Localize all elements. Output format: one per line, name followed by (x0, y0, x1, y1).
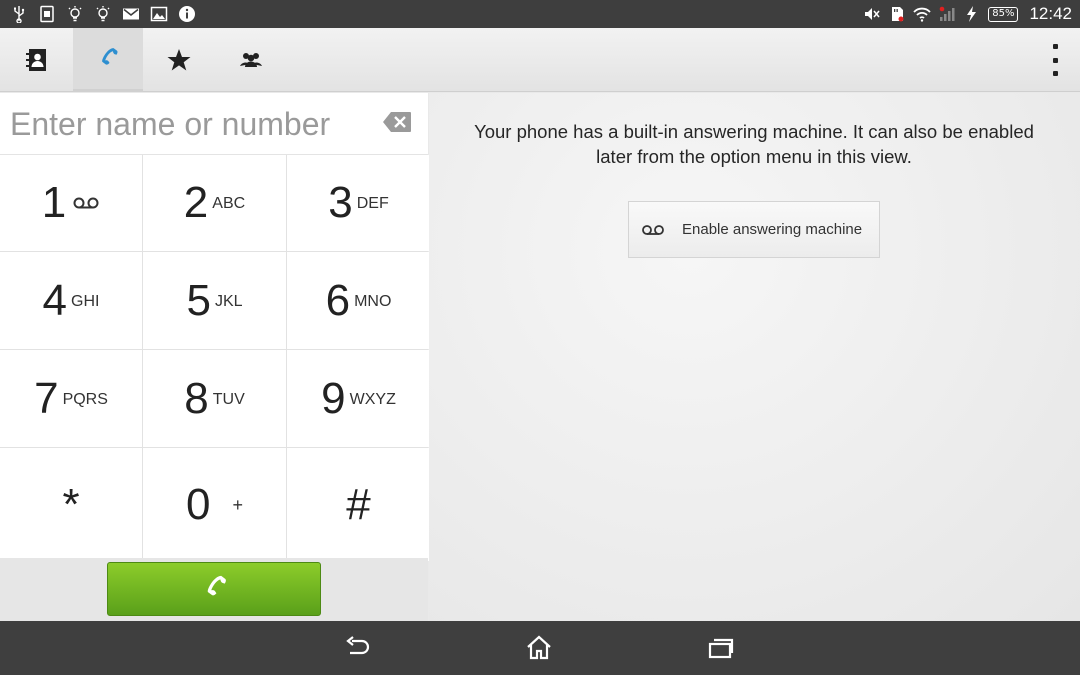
number-input-row (0, 93, 428, 155)
key-3[interactable]: 3 DEF (287, 155, 430, 251)
battery-indicator: 85% (988, 6, 1019, 22)
tab-phone[interactable] (73, 28, 143, 92)
key-letters: + (232, 495, 243, 515)
key-digit: 0 (186, 479, 211, 529)
key-digit: 7 (34, 373, 59, 423)
contacts-icon (26, 49, 46, 71)
home-icon (527, 635, 551, 660)
key-digit: 1 (41, 178, 67, 227)
key-letters: ABC (212, 195, 246, 212)
enable-answering-machine-button[interactable]: Enable answering machine (628, 201, 880, 258)
enable-answering-machine-label: Enable answering machine (682, 221, 863, 238)
call-button[interactable] (107, 562, 321, 616)
key-2[interactable]: 2 ABC (143, 155, 286, 251)
mute-icon (863, 5, 881, 23)
navigation-bar (0, 621, 1080, 675)
key-4[interactable]: 4 GHI (0, 252, 142, 349)
key-letters: GHI (71, 292, 100, 310)
key-6[interactable]: 6 MNO (287, 252, 430, 349)
bulb-icon (66, 5, 84, 23)
key-letters: TUV (212, 390, 245, 408)
star-icon (167, 49, 191, 71)
key-9[interactable]: 9 WXYZ (287, 350, 430, 447)
key-digit: # (346, 479, 371, 529)
action-bar (0, 28, 1080, 92)
sd-icon (888, 5, 906, 23)
gmail-icon (122, 5, 140, 23)
back-icon (346, 636, 370, 655)
key-0[interactable]: 0 + (143, 448, 286, 561)
signal-icon (938, 5, 956, 23)
status-bar: 85% 12:42 (0, 0, 1080, 28)
back-button[interactable] (340, 633, 376, 663)
key-digit: 5 (186, 275, 211, 325)
key-star[interactable]: * (0, 448, 142, 561)
sim-icon (38, 5, 56, 23)
key-digit: 9 (321, 373, 346, 423)
wifi-icon (913, 5, 931, 23)
key-letters: JKL (214, 292, 243, 310)
charging-icon (963, 5, 981, 23)
image-icon (150, 5, 168, 23)
key-digit: 8 (184, 373, 209, 423)
key-digit: 3 (328, 178, 353, 227)
recents-icon (708, 638, 734, 659)
key-1[interactable]: 1 (0, 155, 142, 251)
phone-icon (207, 575, 226, 596)
usb-icon (10, 5, 28, 23)
tab-contacts[interactable] (2, 28, 72, 92)
voicemail-icon (642, 224, 664, 235)
groups-icon (240, 53, 262, 67)
status-clock: 12:42 (1029, 4, 1072, 23)
key-digit: 6 (325, 275, 351, 325)
recents-button[interactable] (703, 633, 739, 663)
home-button[interactable] (521, 633, 557, 663)
key-letters: PQRS (62, 390, 108, 408)
key-letters: MNO (354, 292, 392, 310)
phone-icon (102, 47, 118, 65)
key-digit: * (62, 479, 80, 529)
key-digit: 2 (183, 178, 209, 227)
dialer-panel: 1 2 ABC 3 DEF 4 GHI 5 JKL 6 MNO 7 PQRS 8 (0, 93, 430, 621)
keypad: 1 2 ABC 3 DEF 4 GHI 5 JKL 6 MNO 7 PQRS 8 (0, 155, 430, 561)
key-8[interactable]: 8 TUV (143, 350, 286, 447)
key-digit: 4 (42, 275, 68, 325)
answering-machine-panel: Your phone has a built-in answering mach… (429, 93, 1080, 621)
key-hash[interactable]: # (287, 448, 430, 561)
key-letters: DEF (356, 195, 389, 212)
answering-machine-message: Your phone has a built-in answering mach… (474, 121, 1034, 167)
backspace-icon[interactable] (382, 111, 412, 133)
call-area (0, 558, 428, 621)
tab-favorites[interactable] (144, 28, 214, 92)
number-input[interactable] (10, 103, 360, 145)
key-5[interactable]: 5 JKL (143, 252, 286, 349)
voicemail-icon (73, 197, 99, 209)
overflow-menu-icon[interactable] (1050, 44, 1060, 76)
info-icon (178, 5, 196, 23)
key-7[interactable]: 7 PQRS (0, 350, 142, 447)
status-notifications (10, 3, 196, 25)
tab-groups[interactable] (216, 28, 286, 92)
bulb-icon (94, 5, 112, 23)
status-system: 85% 12:42 (863, 3, 1072, 25)
key-letters: WXYZ (349, 390, 396, 408)
